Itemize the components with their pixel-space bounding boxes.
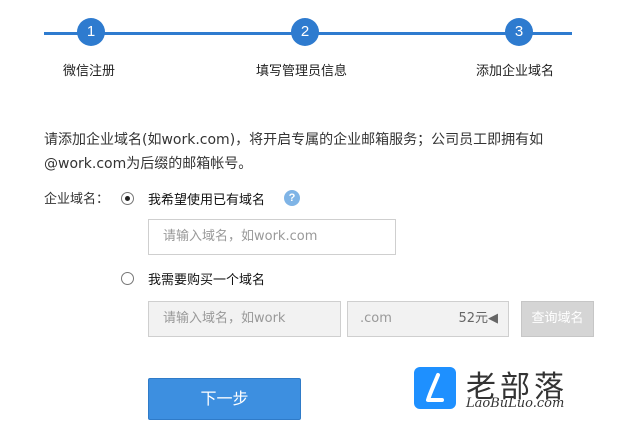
step-1-label: 微信注册: [63, 64, 116, 79]
buy-domain-radio[interactable]: [121, 272, 134, 285]
domain-suffix-value: .com: [360, 311, 392, 326]
step-2-label: 填写管理员信息: [256, 64, 348, 79]
step-3-circle: 3: [505, 18, 533, 46]
intro-text: 请添加企业域名(如work.com)，将开启专属的企业邮箱服务；公司员工即拥有如…: [44, 128, 604, 176]
domain-field-label: 企业域名：: [44, 192, 110, 207]
intro-line-2: @work.com为后缀的邮箱帐号。: [44, 156, 253, 172]
existing-domain-label[interactable]: 我希望使用已有域名: [148, 189, 265, 208]
laobuluo-logo-icon: [414, 367, 456, 409]
buy-domain-label[interactable]: 我需要购买一个域名: [148, 269, 265, 288]
next-step-button[interactable]: 下一步: [148, 378, 301, 420]
watermark-url: LaoBuLuo.com: [466, 396, 565, 411]
step-2-circle: 2: [291, 18, 319, 46]
buy-domain-input[interactable]: 请输入域名，如work: [148, 301, 341, 337]
domain-price: 52元◀: [458, 311, 498, 326]
step-1-circle: 1: [77, 18, 105, 46]
step-3-label: 添加企业域名: [476, 64, 555, 79]
domain-suffix-select[interactable]: .com 52元◀: [347, 301, 509, 337]
intro-line-1: 请添加企业域名(如work.com)，将开启专属的企业邮箱服务；公司员工即拥有如: [44, 132, 544, 148]
existing-domain-radio[interactable]: [121, 192, 134, 205]
existing-domain-input[interactable]: 请输入域名，如work.com: [148, 219, 396, 255]
query-domain-button[interactable]: 查询域名: [521, 301, 594, 337]
help-icon[interactable]: ?: [284, 190, 300, 206]
